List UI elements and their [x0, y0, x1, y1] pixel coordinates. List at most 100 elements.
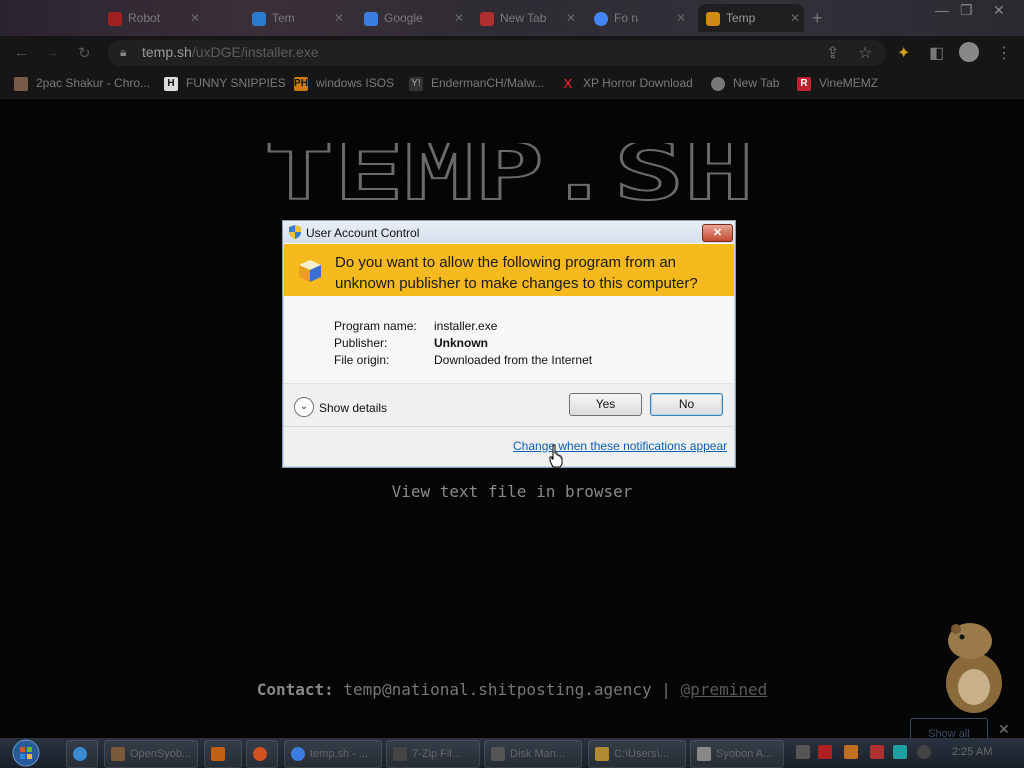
tray-icon[interactable]	[870, 745, 884, 759]
tab-label: Google	[384, 11, 423, 25]
minimize-icon[interactable]: —	[935, 2, 949, 18]
start-orb-icon[interactable]	[6, 738, 46, 768]
kebab-menu-icon[interactable]: ⋮	[996, 43, 1012, 63]
window-close-icon[interactable]: ✕	[993, 2, 1005, 19]
uac-warning-banner: Do you want to allow the following progr…	[284, 244, 734, 296]
taskbar-item-label: 7-Zip Fil...	[412, 748, 461, 760]
taskbar-paint-icon[interactable]	[246, 740, 278, 768]
uac-shield-icon	[289, 225, 301, 239]
globe-icon	[711, 76, 725, 91]
close-icon[interactable]: ✕	[454, 4, 464, 32]
restore-icon[interactable]: ❐	[960, 2, 973, 19]
tray-icon[interactable]	[818, 745, 832, 759]
hamster-image	[946, 623, 1002, 713]
uac-close-button[interactable]: ✕	[702, 224, 733, 242]
close-icon[interactable]: ✕	[190, 4, 200, 32]
bookmark-item[interactable]: H FUNNY SNIPPIES	[164, 76, 286, 91]
browser-tab[interactable]: Fo n ✕	[586, 4, 690, 32]
uac-dialog: User Account Control ✕ Do you want to al…	[282, 220, 736, 468]
contact-line: Contact: temp@national.shitposting.agenc…	[0, 680, 1024, 699]
taskbar-item[interactable]: Syobon A...	[690, 740, 784, 768]
taskbar-item-label: temp.sh - ...	[310, 748, 369, 760]
bookmark-item[interactable]: PH windows ISOS	[294, 76, 394, 91]
bookmark-label: New Tab	[733, 76, 780, 90]
tab-favicon-icon	[706, 11, 720, 26]
taskbar-item[interactable]: C:\Users\...	[588, 740, 686, 768]
tab-label: Robot	[128, 11, 161, 25]
contact-handle-link[interactable]: @premined	[681, 680, 768, 699]
bookmark-icon: X	[563, 75, 573, 91]
tray-icon[interactable]	[796, 745, 810, 759]
contact-separator: |	[661, 680, 671, 699]
taskbar-item[interactable]: temp.sh - ...	[284, 740, 382, 768]
browser-tab-active[interactable]: Temp ✕	[698, 4, 804, 32]
program-name-value: installer.exe	[434, 319, 498, 333]
star-icon[interactable]: ☆	[858, 43, 872, 63]
browser-tab[interactable]: New Tab ✕	[472, 4, 580, 32]
taskbar-ie-icon[interactable]	[66, 740, 98, 768]
tab-label: Temp	[726, 11, 756, 25]
taskbar-clock[interactable]: 2:25 AM	[952, 746, 992, 758]
sidepanel-icon[interactable]: ◧	[929, 43, 944, 63]
bookmark-icon: R	[797, 76, 811, 91]
taskbar-item-label: OpenSyob...	[130, 748, 192, 760]
taskbar-item[interactable]: 7-Zip Fil...	[386, 740, 480, 768]
url-host: temp.sh	[142, 44, 192, 60]
bookmark-label: EndermanCH/Malw...	[431, 76, 545, 90]
close-icon[interactable]: ✕	[566, 4, 576, 32]
google-icon	[594, 11, 608, 26]
hand-cursor-icon	[549, 444, 563, 468]
bookmark-item[interactable]: New Tab	[711, 76, 779, 91]
bookmark-label: FUNNY SNIPPIES	[186, 76, 286, 90]
new-tab-button[interactable]: +	[812, 4, 842, 32]
taskbar-item[interactable]: Disk Man...	[484, 740, 582, 768]
publisher-value: Unknown	[434, 336, 488, 350]
share-icon[interactable]: ⇪	[826, 43, 839, 63]
forward-arrow-icon[interactable]: →	[44, 44, 59, 61]
taskbar-item-label: Disk Man...	[510, 748, 566, 760]
publisher-label: Publisher:	[334, 336, 388, 350]
bookmark-item[interactable]: Y! EndermanCH/Malw...	[409, 76, 544, 91]
tray-icon[interactable]	[893, 745, 907, 759]
browser-tab[interactable]: Robot ✕	[100, 4, 204, 32]
tray-icon[interactable]	[917, 745, 931, 759]
temp-sh-logo: TEMP.SH	[263, 143, 755, 205]
close-icon[interactable]: ✕	[676, 4, 686, 32]
bookmark-label: 2pac Shakur - Chro...	[36, 76, 151, 90]
tab-label: Fo n	[614, 11, 639, 25]
yes-button[interactable]: Yes	[569, 393, 642, 416]
bookmark-item[interactable]: X XP Horror Download	[561, 76, 693, 91]
tab-favicon-icon	[252, 11, 266, 26]
browser-tab[interactable]: Google ✕	[356, 4, 468, 32]
extension-puzzle-icon[interactable]: ✦	[897, 43, 910, 63]
url-text: temp.sh/uxDGE/installer.exe	[142, 44, 319, 60]
taskbar-item-label: Syobon A...	[716, 748, 773, 760]
bookmark-label: XP Horror Download	[583, 76, 693, 90]
close-icon[interactable]: ✕	[334, 4, 344, 32]
uac-title: User Account Control	[306, 226, 420, 240]
installer-box-icon	[299, 260, 321, 282]
file-origin-value: Downloaded from the Internet	[434, 353, 593, 367]
browser-tab[interactable]: Tem ✕	[244, 4, 348, 32]
no-button[interactable]: No	[650, 393, 723, 416]
close-icon[interactable]: ✕	[998, 721, 1010, 738]
bookmark-item[interactable]: R VineMEMZ	[797, 76, 878, 91]
taskbar-item[interactable]: OpenSyob...	[104, 740, 198, 768]
bookmark-item[interactable]: 2pac Shakur - Chro...	[14, 76, 150, 91]
tab-label: Tem	[272, 11, 295, 25]
chevron-down-icon[interactable]: ⌄	[294, 397, 314, 417]
view-text-file-link[interactable]: View text file in browser	[0, 482, 1024, 501]
contact-email: temp@national.shitposting.agency	[343, 680, 652, 699]
reload-icon[interactable]: ↻	[78, 44, 91, 62]
lock-icon[interactable]: 🔒︎	[120, 45, 126, 60]
tab-favicon-icon	[364, 11, 378, 26]
back-arrow-icon[interactable]: ←	[14, 44, 29, 61]
tray-icon[interactable]	[844, 745, 858, 759]
change-notifications-link[interactable]: Change when these notifications appear	[513, 439, 727, 453]
profile-avatar[interactable]	[959, 42, 979, 62]
file-origin-label: File origin:	[334, 353, 390, 367]
taskbar-media-icon[interactable]	[204, 740, 242, 768]
close-icon[interactable]: ✕	[790, 4, 800, 32]
show-details-toggle[interactable]: Show details	[319, 401, 387, 415]
browser-tab-strip: Robot ✕ Tem ✕ Google ✕ New Tab ✕ Fo n ✕ Temp ✕…	[0, 0, 1024, 36]
